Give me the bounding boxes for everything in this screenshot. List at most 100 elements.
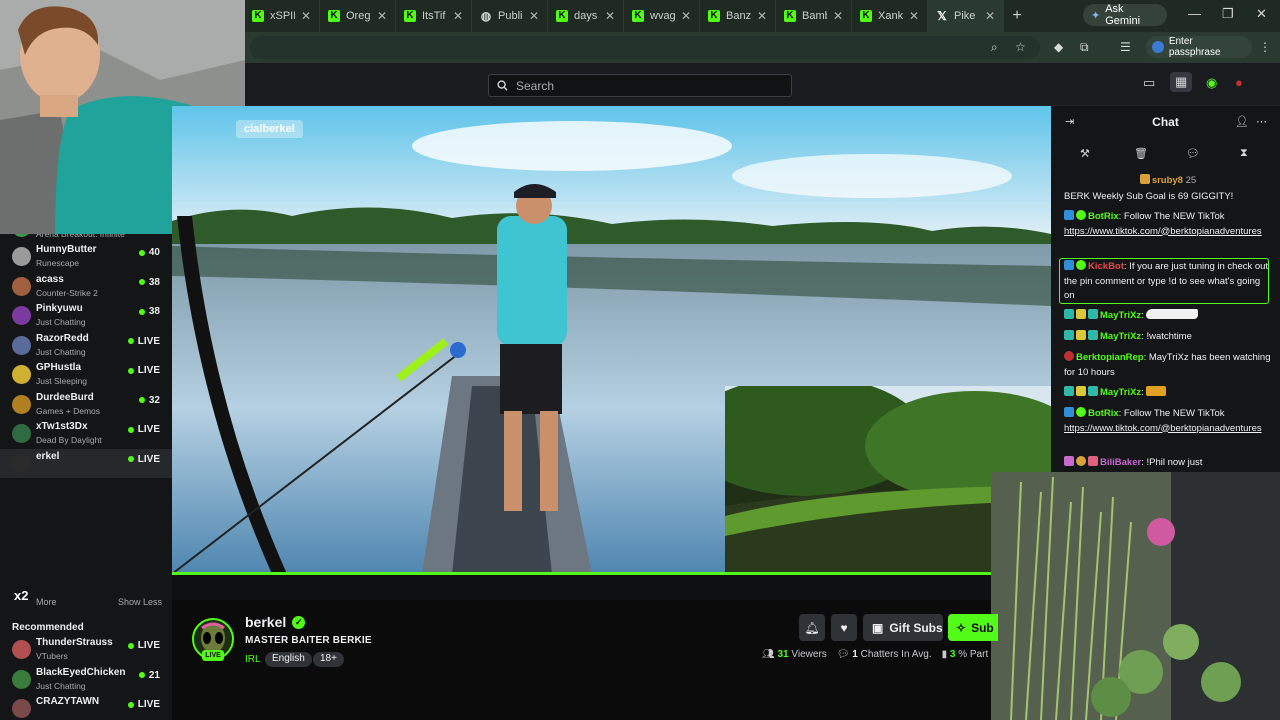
follow-button[interactable]: ♥ (831, 614, 857, 641)
close-tab-icon[interactable]: ✕ (453, 9, 463, 23)
gifter-badge-icon (1088, 330, 1098, 340)
sidebar-channel-durdeeburd[interactable]: DurdeeBurd Games + Demos 32 (0, 390, 172, 419)
sidebar-channel-gphustla[interactable]: GPHustla Just Sleeping LIVE (0, 360, 172, 389)
sidebar-channel-crazytawn[interactable]: CRAZYTAWN LIVE (0, 694, 172, 720)
chat-users-icon[interactable]: 👤︎ (1235, 115, 1249, 128)
channel-avatar (12, 453, 31, 473)
puzzle-extensions-icon[interactable]: ⧉ (1080, 40, 1089, 55)
close-tab-icon[interactable]: ✕ (529, 9, 539, 23)
browser-tab[interactable]: Kdays ✕ (548, 0, 624, 32)
recommended-heading: Recommended (12, 622, 84, 633)
show-less-button[interactable]: Show Less (118, 597, 162, 607)
channel-name: erkel (36, 450, 60, 462)
sidebar-channel-xtw1st3dx[interactable]: xTw1st3Dx Dead By Daylight LIVE (0, 419, 172, 448)
notification-bell-button[interactable]: 🔔︎ (799, 614, 825, 641)
close-tab-icon[interactable]: ✕ (833, 9, 843, 23)
gifter-badge-icon (1088, 456, 1098, 466)
browser-tab[interactable]: KBamb✕ (776, 0, 852, 32)
channel-category: Just Sleeping (36, 376, 88, 386)
restore-button[interactable]: ❐ (1222, 6, 1234, 22)
category-link[interactable]: IRL (245, 654, 261, 665)
viewer-count: LIVE (127, 424, 160, 435)
rep-badge-icon (1064, 351, 1074, 361)
x-favicon-icon: 𝕏 (937, 9, 947, 23)
message-icon[interactable]: 💬︎ (1186, 147, 1200, 160)
browser-tab[interactable]: Kwvag ✕ (624, 0, 700, 32)
browser-menu-icon[interactable]: ⋮ (1259, 40, 1271, 54)
viewer-count: 21 (138, 670, 160, 681)
star-icon: ✧ (956, 620, 967, 635)
trash-icon[interactable]: 🗑︎ (1134, 147, 1148, 160)
minimize-button[interactable]: — (1188, 6, 1201, 21)
kick-favicon-icon: K (328, 10, 340, 22)
close-tab-icon[interactable]: ✕ (605, 9, 615, 23)
user-avatar[interactable]: ● (1235, 75, 1243, 90)
kick-favicon-icon: K (252, 10, 264, 22)
browser-tab[interactable]: K Xank ✕ (852, 0, 928, 32)
channel-name: RazorRedd (36, 332, 89, 344)
tiktok-link[interactable]: https://www.tiktok.com/@berktopianadvent… (1064, 423, 1262, 434)
profile-avatar-icon (1152, 41, 1164, 53)
chat-message: MayTriXz: (1064, 386, 1272, 401)
browser-tab[interactable]: KxSPID✕ (244, 0, 320, 32)
channel-name[interactable]: berkel ✓ (245, 614, 306, 630)
browser-tab[interactable]: K Oreg ✕ (320, 0, 396, 32)
chat-message: BotRix: Follow The NEW TikTok https://ww… (1064, 210, 1262, 237)
viewer-count-value: LIVE (137, 453, 160, 465)
participation-stat: ▮ 3 % Part (941, 649, 989, 660)
browser-tab-active[interactable]: 𝕏 Pike I ✕ (928, 0, 1004, 32)
hourglass-icon[interactable]: ⧗ (1240, 147, 1248, 160)
sidebar-channel-razorredd[interactable]: RazorRedd Just Chatting LIVE (0, 331, 172, 360)
sidebar-channel-hunnybutter[interactable]: HunnyButter Runescape 40 (0, 242, 172, 271)
gemini-sparkle-icon: ✦ (1091, 9, 1101, 22)
theater-mode-icon[interactable]: ▭ (1143, 75, 1155, 91)
close-tab-icon[interactable]: ✕ (757, 9, 767, 23)
channel-avatar (12, 424, 31, 443)
show-more-button[interactable]: More (36, 597, 57, 607)
extension-icon[interactable]: ◆ (1054, 40, 1063, 54)
sidebar-channel-thunderstrauss[interactable]: ThunderStrauss VTubers LIVE (0, 635, 172, 664)
browser-tab[interactable]: K Banz ✕ (700, 0, 776, 32)
close-window-button[interactable]: ✕ (1256, 6, 1267, 22)
browser-tab[interactable]: ◍ Publi ✕ (472, 0, 548, 32)
screen: { "browser": { "tabs": [ {"icon": "kick-… (0, 0, 1280, 720)
tag-language[interactable]: English (265, 652, 312, 667)
sidebar-channel-blackeyedchicken[interactable]: BlackEyedChicken Just Chatting 21 (0, 665, 172, 694)
close-tab-icon[interactable]: ✕ (985, 9, 995, 23)
layout-toggle-icon[interactable]: ▦ (1170, 72, 1193, 92)
search-input[interactable] (516, 78, 776, 93)
address-bar[interactable] (250, 36, 1040, 59)
vip-badge-icon (1076, 386, 1086, 396)
subscribe-button[interactable]: ✧ Sub (948, 614, 998, 641)
sidebar-channel-erkel[interactable]: erkel LIVE (0, 448, 172, 478)
emote (1146, 386, 1167, 396)
chatters-count: 💬︎ 1 Chatters In Avg. (836, 649, 932, 660)
tag-age[interactable]: 18+ (313, 652, 344, 667)
sidebar-channel-pinkyuwu[interactable]: Pinkyuwu Just Chatting 38 (0, 301, 172, 330)
passphrase-button[interactable]: Enter passphrase (1146, 36, 1252, 58)
close-tab-icon[interactable]: ✕ (909, 9, 919, 23)
browser-tab[interactable]: K ItsTif ✕ (396, 0, 472, 32)
search-box[interactable] (488, 74, 792, 97)
close-tab-icon[interactable]: ✕ (377, 9, 387, 23)
pond-image (991, 472, 1280, 720)
sidebar-channel-acass[interactable]: acass Counter-Strike 2 38 (0, 272, 172, 301)
hammer-icon[interactable]: ⚒ (1080, 147, 1090, 160)
kick-status-icon[interactable]: ◉ (1206, 75, 1217, 91)
chat-options-icon[interactable]: ⋯ (1256, 115, 1267, 128)
viewer-count: LIVE (127, 453, 160, 465)
zoom-icon[interactable]: ⌕ (991, 40, 998, 55)
heart-icon: ♥ (840, 620, 848, 635)
bookmark-star-icon[interactable]: ☆ (1015, 40, 1026, 54)
tiktok-link[interactable]: https://www.tiktok.com/@berktopianadvent… (1064, 226, 1262, 237)
new-tab-button[interactable]: + (1004, 7, 1030, 25)
media-queue-icon[interactable]: ☰ (1120, 40, 1131, 54)
live-dot-icon (127, 367, 134, 374)
bell-icon: 🔔︎ (804, 620, 820, 635)
live-dot-icon (138, 672, 145, 678)
close-tab-icon[interactable]: ✕ (301, 9, 311, 23)
viewer-count: LIVE (127, 699, 160, 710)
gift-subs-button[interactable]: ▣ Gift Subs (863, 614, 943, 641)
close-tab-icon[interactable]: ✕ (681, 9, 691, 23)
ask-gemini-button[interactable]: ✦ Ask Gemini (1083, 3, 1167, 27)
